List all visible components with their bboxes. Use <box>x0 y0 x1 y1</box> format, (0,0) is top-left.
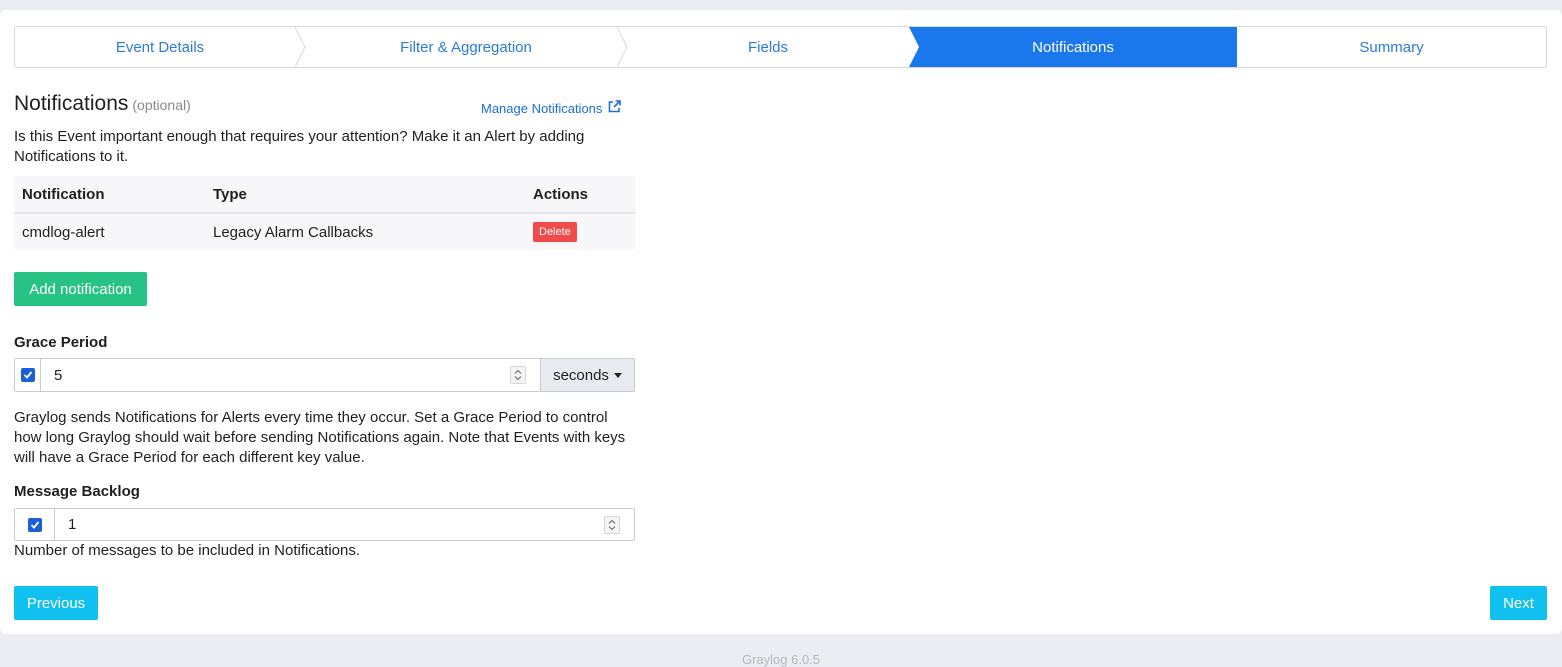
grace-period-value: 5 <box>54 366 63 384</box>
number-spinner[interactable] <box>604 515 620 534</box>
step-event-details[interactable]: Event Details <box>15 27 306 67</box>
table-row: cmdlog-alert Legacy Alarm Callbacks Dele… <box>14 213 635 250</box>
grace-period-description: Graylog sends Notifications for Alerts e… <box>14 409 626 466</box>
step-filter-aggregation[interactable]: Filter & Aggregation <box>305 27 628 67</box>
wizard-steps: Event Details Filter & Aggregation Field… <box>14 26 1547 68</box>
checkmark-icon <box>23 371 32 379</box>
delete-button[interactable]: Delete <box>533 222 577 242</box>
manage-link-label: Manage Notifications <box>481 100 603 116</box>
notification-name: cmdlog-alert <box>14 213 205 250</box>
column-header-type: Type <box>205 176 525 214</box>
message-backlog-value: 1 <box>68 516 77 533</box>
section-title: Notifications (optional) <box>14 92 191 116</box>
message-backlog-input[interactable]: 1 <box>55 509 634 540</box>
message-backlog-description: Number of messages to be included in Not… <box>14 542 361 559</box>
step-label: Event Details <box>115 38 205 56</box>
checkmark-icon <box>30 520 39 529</box>
grace-period-input[interactable]: 5 <box>41 359 540 391</box>
grace-period-checkbox-cell <box>15 359 41 391</box>
message-backlog-input-group: 1 <box>14 508 635 541</box>
notifications-description: Is this Event important enough that requ… <box>14 128 585 165</box>
next-button[interactable]: Next <box>1490 586 1547 620</box>
footer-version: Graylog 6.0.5 <box>741 652 821 667</box>
grace-period-input-group: 5 seconds <box>14 358 635 392</box>
spinner-arrows-icon <box>608 519 616 530</box>
previous-button[interactable]: Previous <box>14 586 98 620</box>
notifications-title: Notifications <box>14 92 129 115</box>
step-label: Filter & Aggregation <box>400 38 532 56</box>
message-backlog-checkbox-cell <box>15 509 55 540</box>
spinner-arrows-icon <box>514 369 522 381</box>
caret-down-icon <box>613 372 622 378</box>
chevron-right-icon <box>616 27 637 67</box>
add-notification-button[interactable]: Add notification <box>14 272 147 306</box>
step-label: Notifications <box>1032 38 1114 56</box>
step-summary[interactable]: Summary <box>1237 27 1546 67</box>
column-header-notification: Notification <box>14 176 205 214</box>
chevron-right-icon <box>1227 27 1247 67</box>
message-backlog-checkbox[interactable] <box>27 517 42 532</box>
notifications-table: Notification Type Actions cmdlog-alert L… <box>14 176 635 250</box>
step-label: Fields <box>747 38 788 56</box>
time-unit-value: seconds <box>553 366 609 384</box>
grace-period-label: Grace Period <box>14 334 108 351</box>
chevron-right-icon <box>294 27 315 67</box>
time-unit-dropdown[interactable]: seconds <box>540 359 634 391</box>
optional-label: (optional) <box>132 97 191 113</box>
external-link-icon <box>608 100 622 116</box>
grace-period-checkbox[interactable] <box>20 368 35 382</box>
number-spinner[interactable] <box>510 366 526 384</box>
column-header-actions: Actions <box>525 176 635 214</box>
actions-cell: Delete <box>525 213 635 250</box>
step-notifications[interactable]: Notifications <box>909 27 1237 67</box>
notification-type: Legacy Alarm Callbacks <box>205 213 525 250</box>
message-backlog-label: Message Backlog <box>14 483 140 500</box>
step-fields[interactable]: Fields <box>627 27 909 67</box>
manage-notifications-link[interactable]: Manage Notifications <box>481 100 622 116</box>
step-label: Summary <box>1359 38 1424 56</box>
active-step-notch <box>909 27 919 67</box>
